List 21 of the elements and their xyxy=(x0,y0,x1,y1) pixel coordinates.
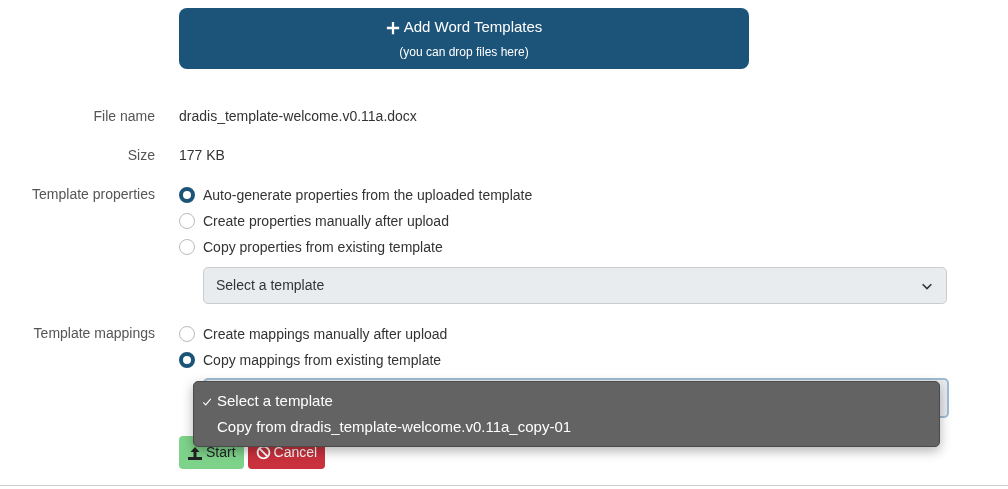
field-value: 177 KB xyxy=(179,146,225,165)
field-label: Template properties xyxy=(31,185,155,204)
radio-button[interactable] xyxy=(179,187,195,203)
dropdown-option[interactable]: Select a template xyxy=(194,388,939,414)
field-value: dradis_template-welcome.v0.11a.docx xyxy=(179,107,417,126)
radio-label[interactable]: Create properties manually after upload xyxy=(203,210,449,232)
radio-label[interactable]: Copy mappings from existing template xyxy=(203,349,442,371)
radio-label[interactable]: Create mappings manually after upload xyxy=(203,323,448,345)
field-label: File name xyxy=(92,107,155,126)
radio-button[interactable] xyxy=(179,326,195,342)
field-label: Size xyxy=(126,146,155,165)
upload-button[interactable]: Add Word Templates (you can drop files here) xyxy=(179,8,749,69)
ban-icon xyxy=(255,445,271,460)
radio-button[interactable] xyxy=(179,239,195,255)
radio-button[interactable] xyxy=(179,352,195,368)
radio-label[interactable]: Auto-generate properties from the uploaded template xyxy=(203,184,533,206)
plus-icon xyxy=(385,20,400,35)
radio-label[interactable]: Copy properties from existing template xyxy=(203,236,443,258)
template-select[interactable]: Select a template xyxy=(203,267,947,304)
field-label: Template mappings xyxy=(32,324,155,343)
radio-button[interactable] xyxy=(179,213,195,229)
